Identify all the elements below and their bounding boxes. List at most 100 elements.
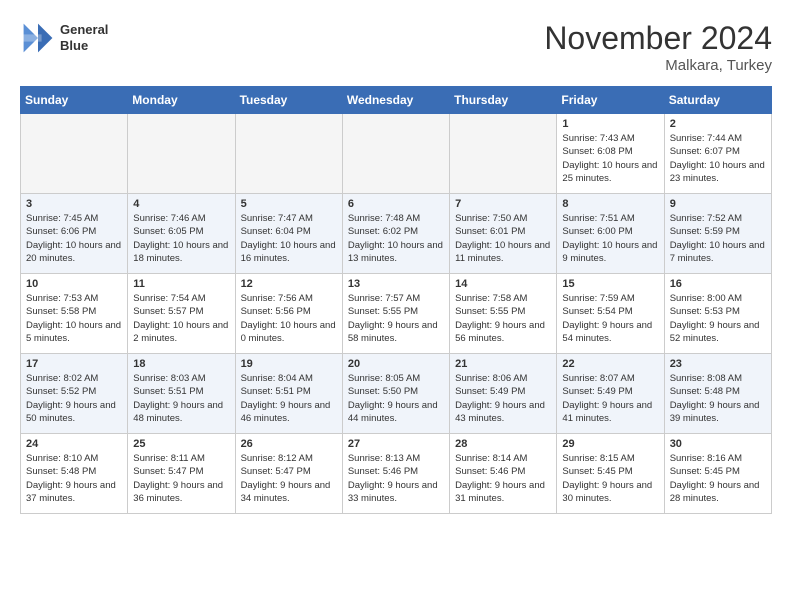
day-info: Sunrise: 7:45 AM Sunset: 6:06 PM Dayligh… xyxy=(26,212,122,265)
day-info: Sunrise: 7:56 AM Sunset: 5:56 PM Dayligh… xyxy=(241,292,337,345)
title-block: November 2024 Malkara, Turkey xyxy=(544,20,772,74)
day-cell xyxy=(128,114,235,194)
weekday-header-thursday: Thursday xyxy=(450,87,557,114)
day-number: 7 xyxy=(455,198,551,210)
day-info: Sunrise: 8:03 AM Sunset: 5:51 PM Dayligh… xyxy=(133,372,229,425)
day-info: Sunrise: 8:16 AM Sunset: 5:45 PM Dayligh… xyxy=(670,452,766,505)
day-cell: 18Sunrise: 8:03 AM Sunset: 5:51 PM Dayli… xyxy=(128,354,235,434)
weekday-header-row: SundayMondayTuesdayWednesdayThursdayFrid… xyxy=(21,87,772,114)
logo-icon xyxy=(20,20,56,56)
day-number: 13 xyxy=(348,278,444,290)
day-cell: 11Sunrise: 7:54 AM Sunset: 5:57 PM Dayli… xyxy=(128,274,235,354)
day-cell: 2Sunrise: 7:44 AM Sunset: 6:07 PM Daylig… xyxy=(664,114,771,194)
day-cell: 8 Sunrise: 7:51 AM Sunset: 6:00 PM Daylig… xyxy=(557,194,664,274)
day-number: 5 xyxy=(241,198,337,210)
day-info: Sunrise: 8:15 AM Sunset: 5:45 PM Dayligh… xyxy=(562,452,658,505)
day-number: 25 xyxy=(133,438,229,450)
month-title: November 2024 xyxy=(544,20,772,57)
day-cell: 14 Sunrise: 7:58 AM Sunset: 5:55 PM Dayli… xyxy=(450,274,557,354)
weekday-header-sunday: Sunday xyxy=(21,87,128,114)
day-info: Sunrise: 7:44 AM Sunset: 6:07 PM Dayligh… xyxy=(670,132,766,185)
day-number: 24 xyxy=(26,438,122,450)
logo: General Blue xyxy=(20,20,108,56)
day-info: Sunrise: 7:51 AM Sunset: 6:00 PM Dayligh… xyxy=(562,212,658,265)
day-info: Sunrise: 7:59 AM Sunset: 5:54 PM Dayligh… xyxy=(562,292,658,345)
weekday-header-tuesday: Tuesday xyxy=(235,87,342,114)
day-info: Sunrise: 7:50 AM Sunset: 6:01 PM Dayligh… xyxy=(455,212,551,265)
location: Malkara, Turkey xyxy=(544,57,772,74)
day-cell xyxy=(235,114,342,194)
day-cell: 7 Sunrise: 7:50 AM Sunset: 6:01 PM Daylig… xyxy=(450,194,557,274)
day-number: 21 xyxy=(455,358,551,370)
day-number: 30 xyxy=(670,438,766,450)
day-info: Sunrise: 7:43 AM Sunset: 6:08 PM Dayligh… xyxy=(562,132,658,185)
day-number: 3 xyxy=(26,198,122,210)
day-info: Sunrise: 8:05 AM Sunset: 5:50 PM Dayligh… xyxy=(348,372,444,425)
day-cell: 13Sunrise: 7:57 AM Sunset: 5:55 PM Dayli… xyxy=(342,274,449,354)
day-number: 28 xyxy=(455,438,551,450)
weekday-header-wednesday: Wednesday xyxy=(342,87,449,114)
day-cell: 22 Sunrise: 8:07 AM Sunset: 5:49 PM Dayli… xyxy=(557,354,664,434)
day-number: 1 xyxy=(562,118,658,130)
day-number: 26 xyxy=(241,438,337,450)
day-cell: 5 Sunrise: 7:47 AM Sunset: 6:04 PM Daylig… xyxy=(235,194,342,274)
day-cell: 10Sunrise: 7:53 AM Sunset: 5:58 PM Dayli… xyxy=(21,274,128,354)
week-row-2: 3 Sunrise: 7:45 AM Sunset: 6:06 PM Daylig… xyxy=(21,194,772,274)
weekday-header-saturday: Saturday xyxy=(664,87,771,114)
day-info: Sunrise: 7:58 AM Sunset: 5:55 PM Dayligh… xyxy=(455,292,551,345)
day-cell: 16Sunrise: 8:00 AM Sunset: 5:53 PM Dayli… xyxy=(664,274,771,354)
header: General Blue November 2024 Malkara, Turk… xyxy=(20,20,772,74)
day-info: Sunrise: 8:06 AM Sunset: 5:49 PM Dayligh… xyxy=(455,372,551,425)
day-info: Sunrise: 8:12 AM Sunset: 5:47 PM Dayligh… xyxy=(241,452,337,505)
day-number: 23 xyxy=(670,358,766,370)
logo-line2: Blue xyxy=(60,38,108,54)
day-info: Sunrise: 7:46 AM Sunset: 6:05 PM Dayligh… xyxy=(133,212,229,265)
day-cell xyxy=(342,114,449,194)
day-number: 8 xyxy=(562,198,658,210)
day-number: 14 xyxy=(455,278,551,290)
day-cell: 30 Sunrise: 8:16 AM Sunset: 5:45 PM Dayli… xyxy=(664,434,771,514)
logo-line1: General xyxy=(60,22,108,38)
day-info: Sunrise: 8:11 AM Sunset: 5:47 PM Dayligh… xyxy=(133,452,229,505)
week-row-1: 1 Sunrise: 7:43 AM Sunset: 6:08 PM Daylig… xyxy=(21,114,772,194)
day-cell xyxy=(21,114,128,194)
day-cell: 23 Sunrise: 8:08 AM Sunset: 5:48 PM Dayli… xyxy=(664,354,771,434)
week-row-5: 24 Sunrise: 8:10 AM Sunset: 5:48 PM Dayli… xyxy=(21,434,772,514)
day-info: Sunrise: 8:07 AM Sunset: 5:49 PM Dayligh… xyxy=(562,372,658,425)
day-number: 16 xyxy=(670,278,766,290)
day-info: Sunrise: 7:53 AM Sunset: 5:58 PM Dayligh… xyxy=(26,292,122,345)
day-number: 9 xyxy=(670,198,766,210)
day-info: Sunrise: 8:14 AM Sunset: 5:46 PM Dayligh… xyxy=(455,452,551,505)
day-cell: 19Sunrise: 8:04 AM Sunset: 5:51 PM Dayli… xyxy=(235,354,342,434)
day-number: 11 xyxy=(133,278,229,290)
day-cell: 29 Sunrise: 8:15 AM Sunset: 5:45 PM Dayli… xyxy=(557,434,664,514)
day-cell: 25 Sunrise: 8:11 AM Sunset: 5:47 PM Dayli… xyxy=(128,434,235,514)
logo-text: General Blue xyxy=(60,22,108,53)
day-number: 29 xyxy=(562,438,658,450)
calendar: SundayMondayTuesdayWednesdayThursdayFrid… xyxy=(20,86,772,514)
day-cell: 1 Sunrise: 7:43 AM Sunset: 6:08 PM Daylig… xyxy=(557,114,664,194)
day-number: 12 xyxy=(241,278,337,290)
day-info: Sunrise: 8:10 AM Sunset: 5:48 PM Dayligh… xyxy=(26,452,122,505)
day-info: Sunrise: 8:08 AM Sunset: 5:48 PM Dayligh… xyxy=(670,372,766,425)
day-cell: 3 Sunrise: 7:45 AM Sunset: 6:06 PM Daylig… xyxy=(21,194,128,274)
day-number: 19 xyxy=(241,358,337,370)
day-cell: 27Sunrise: 8:13 AM Sunset: 5:46 PM Dayli… xyxy=(342,434,449,514)
day-cell: 12 Sunrise: 7:56 AM Sunset: 5:56 PM Dayli… xyxy=(235,274,342,354)
day-info: Sunrise: 7:47 AM Sunset: 6:04 PM Dayligh… xyxy=(241,212,337,265)
day-cell: 6Sunrise: 7:48 AM Sunset: 6:02 PM Daylig… xyxy=(342,194,449,274)
day-number: 20 xyxy=(348,358,444,370)
day-number: 27 xyxy=(348,438,444,450)
page: General Blue November 2024 Malkara, Turk… xyxy=(0,0,792,524)
weekday-header-friday: Friday xyxy=(557,87,664,114)
day-cell: 24 Sunrise: 8:10 AM Sunset: 5:48 PM Dayli… xyxy=(21,434,128,514)
day-cell: 21 Sunrise: 8:06 AM Sunset: 5:49 PM Dayli… xyxy=(450,354,557,434)
day-info: Sunrise: 7:52 AM Sunset: 5:59 PM Dayligh… xyxy=(670,212,766,265)
day-cell: 4Sunrise: 7:46 AM Sunset: 6:05 PM Daylig… xyxy=(128,194,235,274)
day-cell: 26 Sunrise: 8:12 AM Sunset: 5:47 PM Dayli… xyxy=(235,434,342,514)
week-row-4: 17Sunrise: 8:02 AM Sunset: 5:52 PM Dayli… xyxy=(21,354,772,434)
day-cell: 17Sunrise: 8:02 AM Sunset: 5:52 PM Dayli… xyxy=(21,354,128,434)
day-number: 6 xyxy=(348,198,444,210)
day-cell xyxy=(450,114,557,194)
day-number: 22 xyxy=(562,358,658,370)
